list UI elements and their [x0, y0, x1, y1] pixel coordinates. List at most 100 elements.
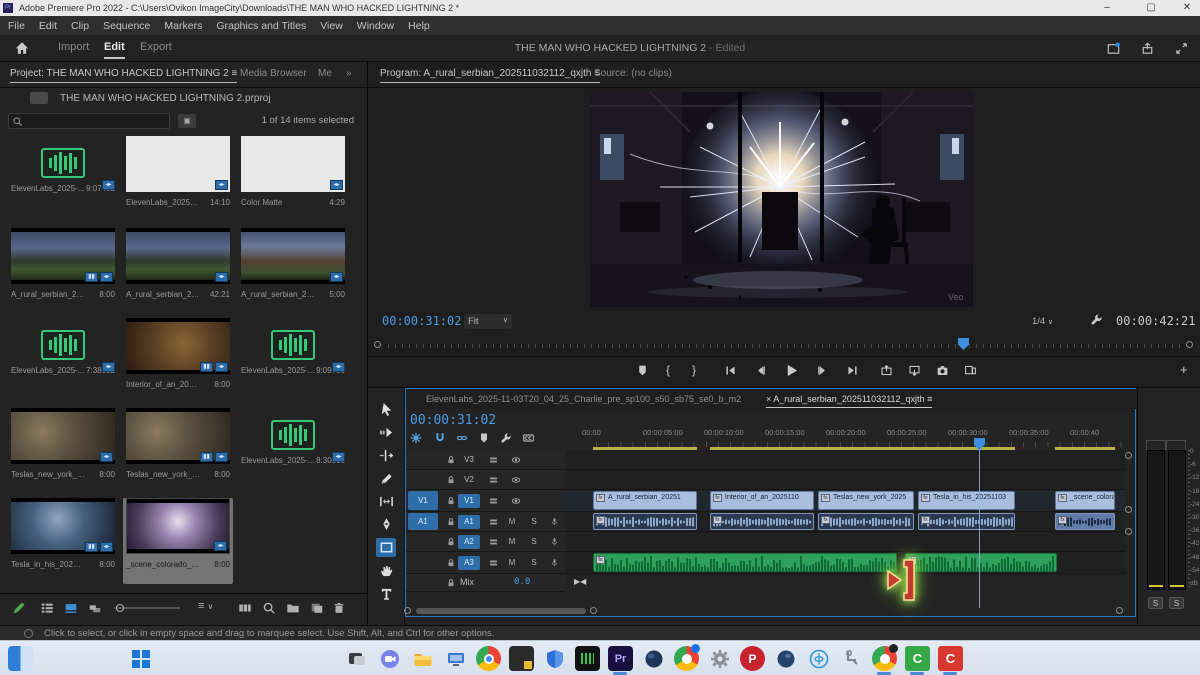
menu-item-sequence[interactable]: Sequence [103, 20, 150, 32]
play-button-icon[interactable] [784, 363, 799, 378]
project-item[interactable]: ◂▸▮▮Teslas_new_york_202...8:00 [123, 408, 233, 494]
step-forward-icon[interactable] [816, 364, 829, 377]
search-bin-button[interactable]: ▣ [178, 114, 196, 128]
track-button-a2[interactable]: A2 [458, 535, 480, 549]
fullscreen-icon[interactable] [1174, 41, 1189, 56]
track-lane-a1[interactable]: fxfxfxfxfx [565, 512, 1125, 532]
program-current-timecode[interactable]: 00:00:31:02 [382, 314, 461, 328]
hand-tool[interactable] [376, 561, 396, 580]
voiceover-mic-icon[interactable] [550, 516, 559, 527]
timeline-clip-v1[interactable]: fxInterior_of_an_2025110 [710, 491, 814, 510]
notes-icon[interactable] [509, 646, 534, 671]
source-patch-a1[interactable]: A1 [408, 513, 438, 530]
project-item[interactable]: ◂▸ElevenLabs_2025-...7:38052 [8, 318, 118, 404]
track-lock-icon[interactable] [446, 558, 456, 568]
track-lane-a2[interactable] [565, 532, 1125, 552]
source-patch-v1[interactable]: V1 [408, 491, 438, 510]
timeline-hscroll[interactable] [416, 608, 586, 614]
zoom-slider[interactable] [114, 607, 180, 609]
new-item-icon[interactable] [310, 601, 324, 615]
type-tool[interactable] [376, 584, 396, 603]
sync-lock-icon[interactable] [488, 475, 499, 485]
timeline-clip-a1[interactable]: fx [710, 513, 814, 530]
track-button-v1[interactable]: V1 [458, 494, 480, 508]
timeline-clip-a1[interactable]: fx [1055, 513, 1115, 530]
sync-lock-icon[interactable] [488, 517, 499, 527]
timeline-panel-menu-icon[interactable]: ≡ [927, 394, 932, 404]
track-lock-icon[interactable] [446, 578, 456, 588]
program-video-frame[interactable]: Veo [590, 92, 973, 307]
camtasia-green-icon[interactable]: C [905, 646, 930, 671]
pc-settings-icon[interactable] [443, 646, 468, 671]
project-item[interactable]: ◂▸A_rural_serbian_202...42:21 [123, 228, 233, 314]
chat-icon[interactable] [377, 646, 402, 671]
tab-export[interactable]: Export [140, 41, 172, 53]
track-output-eye-icon[interactable] [510, 455, 522, 465]
track-lock-icon[interactable] [446, 537, 456, 547]
timeline-tab-active[interactable]: × A_rural_serbian_202511032112_qxjth ≡ [766, 394, 932, 408]
go-to-out-icon[interactable] [846, 364, 859, 377]
delete-icon[interactable] [332, 601, 346, 615]
sync-lock-icon[interactable] [488, 455, 499, 465]
voiceover-mic-icon[interactable] [550, 557, 559, 568]
menu-item-graphics-and-titles[interactable]: Graphics and Titles [216, 20, 306, 32]
extract-icon[interactable] [908, 364, 921, 377]
timeline-clip-a3[interactable]: fx [593, 553, 897, 572]
mark-in-icon[interactable]: { [666, 363, 670, 377]
project-item[interactable]: ◂▸A_rural_serbian_2025...5:00 [238, 228, 348, 314]
ripple-trim-cursor[interactable] [882, 556, 922, 604]
add-marker-icon[interactable] [636, 364, 649, 377]
mix-value[interactable]: 0.0 [514, 577, 530, 587]
chrome-badged-icon[interactable] [674, 646, 699, 671]
close-button[interactable]: ✕ [1172, 0, 1200, 16]
search-input[interactable] [8, 113, 170, 129]
project-item[interactable]: ◂▸▮▮A_rural_serbian_2025...8:00 [8, 228, 118, 314]
timeline-clip-v1[interactable]: fx_scene_colorado [1055, 491, 1115, 510]
track-resize-handle-2[interactable] [1125, 528, 1132, 535]
solo-left-button[interactable]: S [1148, 597, 1163, 609]
project-item[interactable]: ◂▸▮▮Interior_of_an_202511...8:00 [123, 318, 233, 404]
track-lane-v3[interactable] [565, 450, 1125, 470]
mute-button[interactable]: M [506, 517, 518, 526]
tab-media-browser[interactable]: Media Browser [240, 68, 307, 79]
menu-item-markers[interactable]: Markers [164, 20, 202, 32]
rectangle-tool[interactable] [376, 538, 396, 557]
nest-sequences-icon[interactable] [410, 432, 422, 444]
project-item[interactable]: ◂▸ElevenLabs_2025-...9:09756 [238, 318, 348, 404]
brain-icon[interactable] [806, 646, 831, 671]
track-button-a1[interactable]: A1 [458, 515, 480, 529]
track-lock-icon[interactable] [446, 475, 456, 485]
playback-resolution-select[interactable]: 1/4 ∨ [1028, 314, 1070, 329]
new-bin-icon[interactable] [286, 601, 300, 615]
chrome-badged-2-icon[interactable] [872, 646, 897, 671]
zoom-level-select[interactable]: Fit ∨ [464, 314, 512, 329]
snip-tool-icon[interactable] [839, 646, 864, 671]
premiere-pro-icon[interactable]: Pr [608, 646, 633, 671]
program-scrubber[interactable] [368, 336, 1200, 354]
go-to-in-icon[interactable] [724, 364, 737, 377]
razor-tool[interactable] [376, 469, 396, 488]
menu-item-help[interactable]: Help [408, 20, 430, 32]
timeline-hscroll-far-handle[interactable] [1116, 607, 1123, 614]
lift-icon[interactable] [880, 364, 893, 377]
tab-source[interactable]: Source: (no clips) [594, 68, 672, 79]
linked-selection-icon[interactable] [456, 432, 468, 444]
track-output-eye-icon[interactable] [510, 496, 522, 506]
track-lock-icon[interactable] [446, 517, 456, 527]
track-button-a3[interactable]: A3 [458, 556, 480, 570]
tab-program[interactable]: Program: A_rural_serbian_202511032112_qx… [380, 68, 600, 83]
pen-tool[interactable] [376, 515, 396, 534]
track-resize-handle-1[interactable] [1125, 506, 1132, 513]
track-select-forward-tool[interactable] [376, 423, 396, 442]
project-item[interactable]: ◂▸▮▮Tesla_in_his_2025110...8:00 [8, 498, 118, 584]
timeline-hscroll-right-handle[interactable] [590, 607, 597, 614]
timeline-clip-v1[interactable]: fxTesla_in_his_20251103 [918, 491, 1015, 510]
timeline-clip-a1[interactable]: fx [918, 513, 1015, 530]
slip-tool[interactable] [376, 492, 396, 511]
timeline-clip-a1[interactable]: fx [818, 513, 914, 530]
tab-project[interactable]: Project: THE MAN WHO HACKED LIGHTNING 2 … [10, 68, 237, 83]
freeform-view-icon[interactable] [88, 601, 102, 615]
scrubber-left-handle-icon[interactable] [374, 341, 381, 348]
security-shield-icon[interactable] [542, 646, 567, 671]
sphere-icon[interactable] [641, 646, 666, 671]
